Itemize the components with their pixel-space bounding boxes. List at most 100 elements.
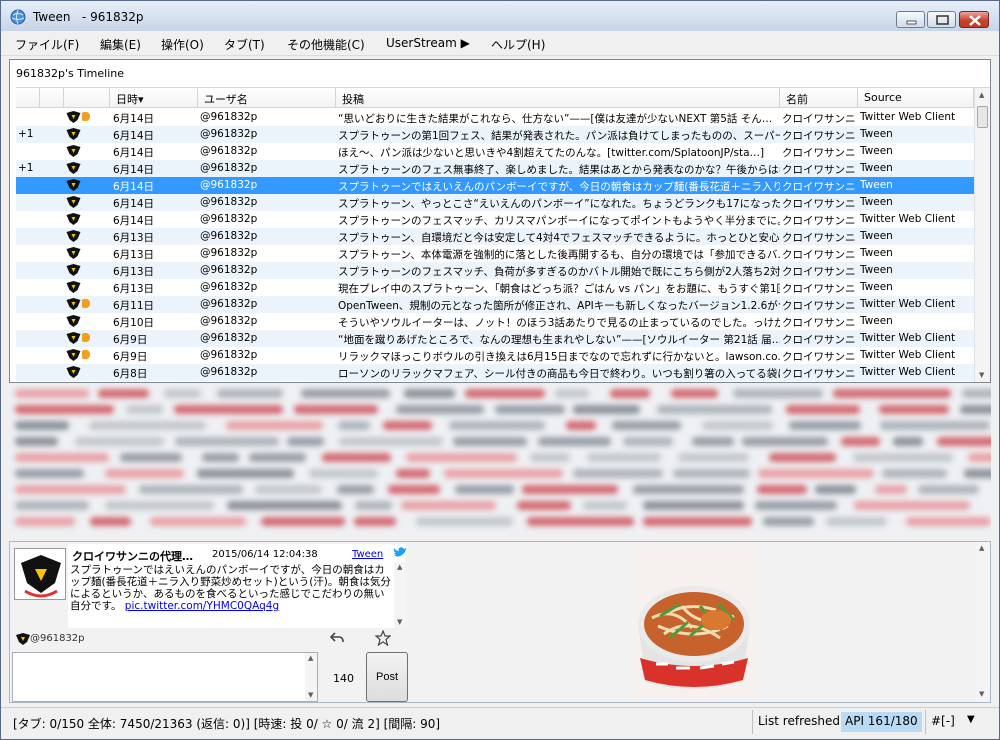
blurred-text [573,469,663,478]
image-thumbnail[interactable] [630,546,758,700]
menu-edit[interactable]: 編集(E) [100,36,141,53]
blurred-text [249,453,306,462]
scroll-down-icon[interactable]: ▼ [397,618,402,626]
blurred-text [98,389,149,398]
row-name: クロイワサンニ [782,198,856,210]
table-row[interactable]: +1 6月14日 @961832p スプラトゥーンのフェス無事終了、楽しめました。結果… [16,160,974,177]
table-row[interactable]: 6月14日 @961832p スプラトゥーンではえいえんのパンボーイですが、今日の朝… [16,177,974,194]
avatar-icon [66,366,81,378]
menu-userstream[interactable]: UserStream ▶ [386,36,470,50]
table-row[interactable]: 6月14日 @961832p ほえ〜、パン派は少ないと思いきや4割超えてたのんな。[… [16,143,974,160]
row-name: クロイワサンニ [782,368,856,380]
column-header-icon[interactable] [64,88,110,108]
row-mark [18,330,40,347]
blurred-text [396,405,484,414]
minimize-button[interactable] [896,11,925,28]
row-icons [66,143,106,160]
hashtag-status[interactable]: #[-] [931,714,955,728]
blurred-text [294,405,378,414]
column-header-unread[interactable] [40,88,64,108]
menu-other[interactable]: その他機能(C) [287,36,365,53]
row-name: クロイワサンニ [782,249,856,261]
menu-file[interactable]: ファイル(F) [15,36,79,53]
blurred-text [678,453,749,462]
table-row[interactable]: 6月11日 @961832p OpenTween、規制の元となった箇所が修正され、A… [16,296,974,313]
row-source: Tween [860,128,893,140]
row-name: クロイワサンニ [782,215,856,227]
table-row[interactable]: 6月13日 @961832p スプラトゥーン、本体電源を強制的に落とした後再開するも… [16,245,974,262]
table-row[interactable]: +1 6月14日 @961832p スプラトゥーンの第1回フェス、結果が発表された。パ… [16,126,974,143]
scroll-up-icon[interactable]: ▲ [397,563,402,571]
column-header-date[interactable]: 日時▾ [110,88,198,108]
blurred-text [530,453,570,462]
avatar-icon [16,633,30,645]
scroll-down-icon[interactable]: ▼ [979,690,984,698]
row-post: スプラトゥーンのフェス無事終了、楽しめました。結果はあとから発表なのかな？午後か… [338,164,780,176]
detail-source-link[interactable]: Tween [352,549,383,560]
blurred-text [610,389,650,398]
table-row[interactable]: 6月8日 @961832p ローソンのリラックマフェア、シール付きの商品も今日で終わ… [16,364,974,381]
table-row[interactable]: 6月14日 @961832p スプラトゥーン、やっとこさ“えいえんのパンボーイ”にな… [16,194,974,211]
row-user: @961832p [200,332,258,344]
menu-operation[interactable]: 操作(O) [161,36,204,53]
scroll-down-icon[interactable]: ▼ [979,371,984,379]
api-counter: API 161/180 [841,712,922,732]
blurred-text [15,437,58,446]
table-row[interactable]: 6月13日 @961832p 現在プレイ中のスプラトゥーン、「朝食はどっち派？ごはん… [16,279,974,296]
table-row[interactable]: 6月9日 @961832p リラックマほっこりボウルの引き換えは6月15日までなので… [16,347,974,364]
timeline-scrollbar[interactable]: ▲ ▼ [974,88,990,382]
row-icons [66,364,106,381]
table-row[interactable]: 6月13日 @961832p スプラトゥーンのフェスマッチ、負荷が多すぎるのかバトル… [16,262,974,279]
detail-screen-name: @961832p [30,633,85,644]
row-post: スプラトゥーンの第1回フェス、結果が発表された。パン派は負けてしまったものの、ス… [338,130,780,142]
table-row[interactable]: 6月14日 @961832p スプラトゥーンのフェスマッチ、カリスマパンボーイになっ… [16,211,974,228]
row-icons [66,296,106,313]
blurred-text [15,389,89,398]
post-button[interactable]: Post [366,652,408,702]
avatar-icon [66,247,81,259]
table-row[interactable]: 6月10日 @961832p そういやソウルイーターは、ノット！のほう3話あたりで見… [16,313,974,330]
column-header-name[interactable]: 名前 [780,88,858,108]
post-input[interactable]: ▲ ▼ [12,652,318,702]
blurred-text [15,405,114,414]
detail-scrollbar[interactable]: ▲ ▼ [394,562,406,628]
status-refresh: List refreshed [758,714,840,728]
tab-timeline[interactable]: 961832p's Timeline [16,67,124,80]
scroll-up-icon[interactable]: ▲ [308,654,313,662]
scroll-down-icon[interactable]: ▼ [308,691,313,699]
blurred-text [854,501,970,510]
menu-help[interactable]: ヘルプ(H) [491,36,545,53]
row-source: Twitter Web Client [860,366,956,378]
row-mark [18,143,40,160]
table-row[interactable]: 6月14日 @961832p “思いどおりに生きた結果がこれなら、仕方ない”——[僕… [16,109,974,126]
table-row[interactable]: 6月13日 @961832p スプラトゥーン、自環境だと今は安定して4対4でフェスマ… [16,228,974,245]
scroll-up-icon[interactable]: ▲ [979,91,984,99]
row-icons [66,211,106,228]
row-date: 6月14日 [113,181,155,193]
blurred-text [15,517,75,526]
maximize-button[interactable] [927,11,956,28]
detail-right-scrollbar[interactable]: ▲ ▼ [976,542,990,702]
menu-bar: ファイル(F) 編集(E) 操作(O) タブ(T) その他機能(C) UserS… [1,31,999,56]
row-post: “思いどおりに生きた結果がこれなら、仕方ない”——[僕は友達が少ないNEXT 第… [338,113,773,125]
blurred-text [566,421,596,430]
post-input-scrollbar[interactable]: ▲ ▼ [305,653,317,701]
scroll-up-icon[interactable]: ▲ [979,544,984,552]
column-header-mark[interactable] [16,88,40,108]
menu-tab[interactable]: タブ(T) [224,36,265,53]
column-header-source[interactable]: Source [858,88,974,108]
title-bar[interactable]: Tween - 961832p [1,1,999,31]
chevron-down-icon[interactable]: ▼ [967,714,975,725]
close-button[interactable] [959,11,989,28]
blurred-text [875,485,907,494]
column-header-post[interactable]: 投稿 [336,88,780,108]
detail-user-name[interactable]: クロイワサンニの代理… [72,548,193,564]
status-separator [752,710,753,734]
avatar[interactable] [14,548,66,600]
scroll-thumb[interactable] [977,106,988,128]
table-row[interactable]: 6月9日 @961832p “地面を蹴りあげたところで、なんの理想も生まれやしない”… [16,330,974,347]
detail-image-link[interactable]: pic.twitter.com/YHMC0QAq4g [125,600,279,612]
star-icon[interactable] [375,630,391,646]
column-header-user[interactable]: ユーザ名 [198,88,336,108]
reply-icon[interactable] [329,630,345,646]
